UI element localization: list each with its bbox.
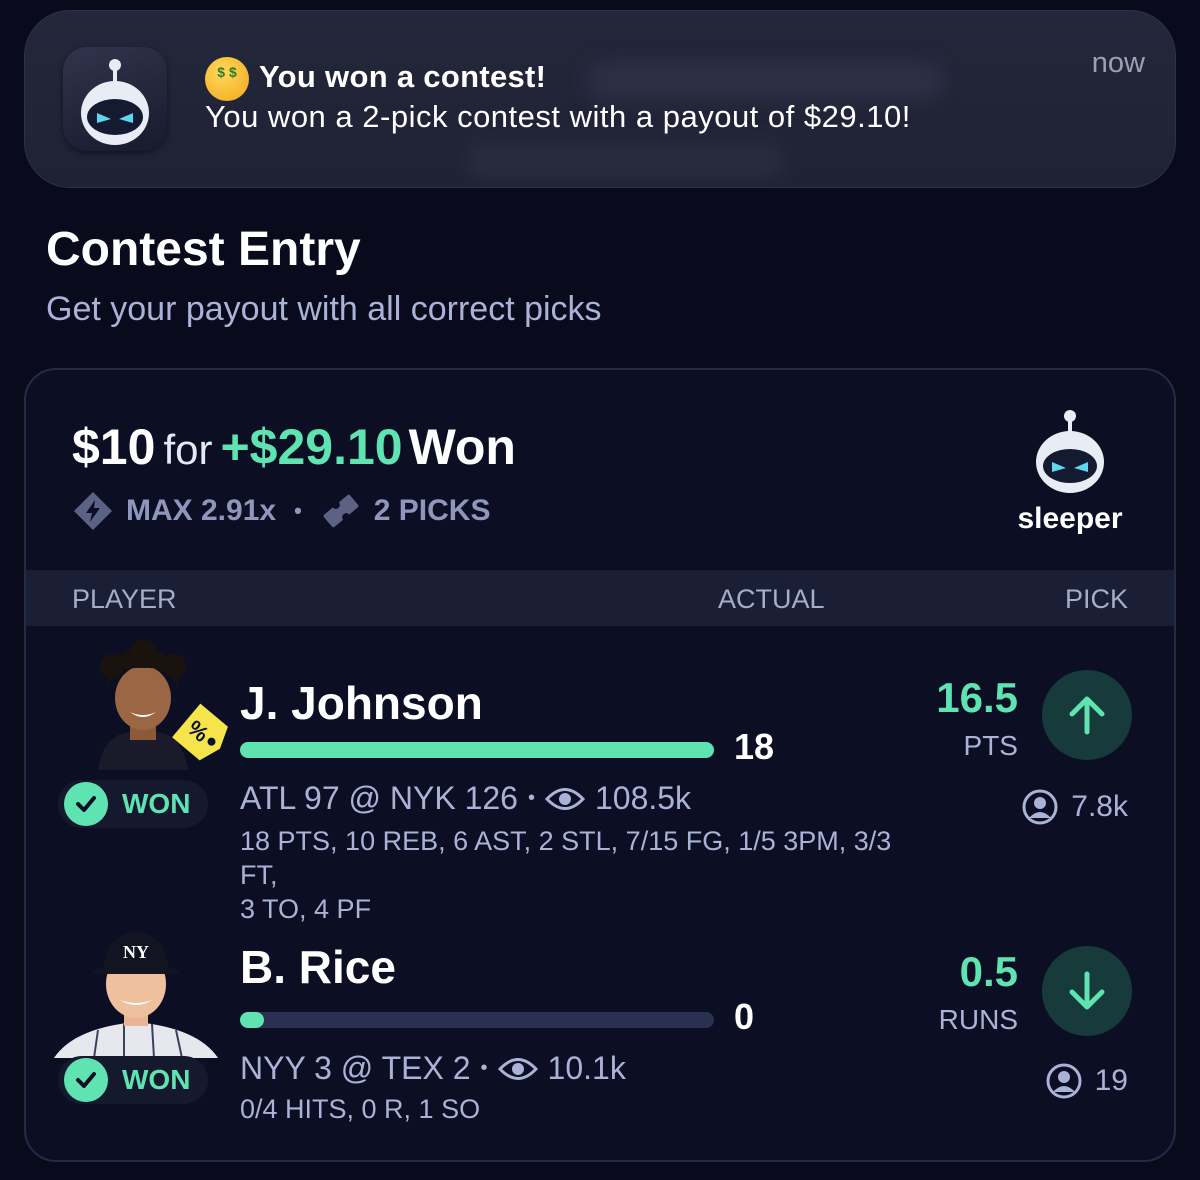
watchers-count: 108.5k [594, 780, 692, 816]
contest-entry-card: $10 for +$29.10 Won MAX 2.91x • 2 PICKS sle… [24, 368, 1176, 1162]
notification-time: now [1091, 47, 1145, 79]
sleeper-robot-icon [81, 59, 149, 145]
won-badge: WON [58, 780, 209, 828]
actual-value: 18 [734, 726, 775, 767]
separator-dot: • [480, 1057, 488, 1079]
stat-line: 0/4 HITS, 0 R, 1 SO [240, 1092, 900, 1126]
pickers-value: 7.8k [1071, 790, 1128, 823]
column-header-player: PLAYER [72, 584, 177, 614]
separator-dot: • [527, 787, 535, 809]
game-score: NYY 3 @ TEX 2 [240, 1050, 471, 1086]
max-multiplier: MAX 2.91x [126, 494, 277, 527]
stat-line-1: 0/4 HITS, 0 R, 1 SO [240, 1094, 481, 1124]
separator-dot: • [294, 498, 302, 523]
sleeper-logo-icon [1036, 410, 1104, 493]
won-badge: WON [58, 1056, 209, 1104]
pick-row[interactable]: % WON J. Johnson 18 ATL 97 @ NYK 126 • 1… [26, 626, 1174, 924]
entry-meta: MAX 2.91x • 2 PICKS [72, 490, 491, 532]
progress-fill [240, 1012, 264, 1028]
under-pick-button[interactable] [1042, 946, 1132, 1036]
notification-banner[interactable]: $ $ You won a contest! You won a 2-pick … [24, 10, 1176, 188]
money-face-emoji-icon: $ $ [205, 57, 249, 101]
brand-name: sleeper [1017, 502, 1123, 535]
entry-summary: $10 for +$29.10 Won [72, 418, 516, 476]
player-avatar: NY [54, 918, 218, 1059]
game-line: ATL 97 @ NYK 126 • 108.5k [240, 780, 691, 817]
table-header: PLAYER ACTUAL PICK [26, 570, 1174, 626]
game-score: ATL 97 @ NYK 126 [240, 780, 518, 816]
won-label: WON [122, 1064, 191, 1095]
player-name[interactable]: J. Johnson [240, 676, 483, 730]
pick-line-unit: RUNS [938, 1004, 1018, 1035]
arrow-down-icon [1069, 971, 1105, 1010]
notification-title: You won a contest! [259, 59, 547, 94]
page-title: Contest Entry [46, 223, 361, 276]
notification-body: You won a 2-pick contest with a payout o… [205, 99, 911, 134]
picks-count: 2 PICKS [373, 494, 491, 527]
pick-row[interactable]: NY WON B. Rice 0 NYY 3 @ TEX 2 • 10.1k 0… [26, 906, 1174, 1160]
player-name[interactable]: B. Rice [240, 940, 396, 994]
arrow-up-icon [1069, 696, 1105, 735]
watchers-count: 10.1k [547, 1050, 626, 1086]
progress-bar [240, 1012, 714, 1028]
discount-tag-icon: % [172, 703, 228, 761]
pick-line-unit: PTS [963, 730, 1018, 761]
pickers-count: 19 [1045, 1062, 1128, 1100]
diamond-bolt-icon [74, 492, 112, 530]
payout-amount: +$29.10 [220, 419, 403, 475]
pick-line-value: 0.5 [959, 948, 1018, 995]
pick-line-value: 16.5 [936, 674, 1018, 721]
pickers-value: 19 [1094, 1064, 1128, 1097]
eye-icon [497, 1057, 538, 1080]
actual-value: 0 [734, 996, 755, 1037]
check-icon [64, 1058, 108, 1102]
progress-bar [240, 742, 714, 758]
eye-icon [544, 787, 585, 810]
for-label: for [163, 426, 213, 473]
stake-amount: $10 [72, 419, 156, 475]
yankees-logo-icon: NY [123, 942, 149, 962]
result-label: Won [408, 419, 516, 475]
background-blur [465, 141, 785, 181]
check-icon [64, 782, 108, 826]
page-subtitle: Get your payout with all correct picks [46, 290, 602, 328]
column-header-pick: PICK [1064, 584, 1128, 614]
ticket-icon [323, 494, 359, 528]
user-icon [1022, 789, 1058, 825]
game-line: NYY 3 @ TEX 2 • 10.1k [240, 1050, 626, 1087]
over-pick-button[interactable] [1042, 670, 1132, 760]
app-icon [63, 47, 167, 151]
progress-fill [240, 742, 714, 758]
background-blur [585, 61, 945, 101]
player-photo: NY [54, 932, 218, 1059]
pickers-count: 7.8k [1021, 788, 1128, 826]
player-avatar: % [68, 640, 228, 780]
column-header-actual: ACTUAL [718, 584, 825, 614]
stat-line-1: 18 PTS, 10 REB, 6 AST, 2 STL, 7/15 FG, 1… [240, 826, 892, 890]
won-label: WON [122, 788, 191, 819]
user-icon [1046, 1063, 1082, 1099]
